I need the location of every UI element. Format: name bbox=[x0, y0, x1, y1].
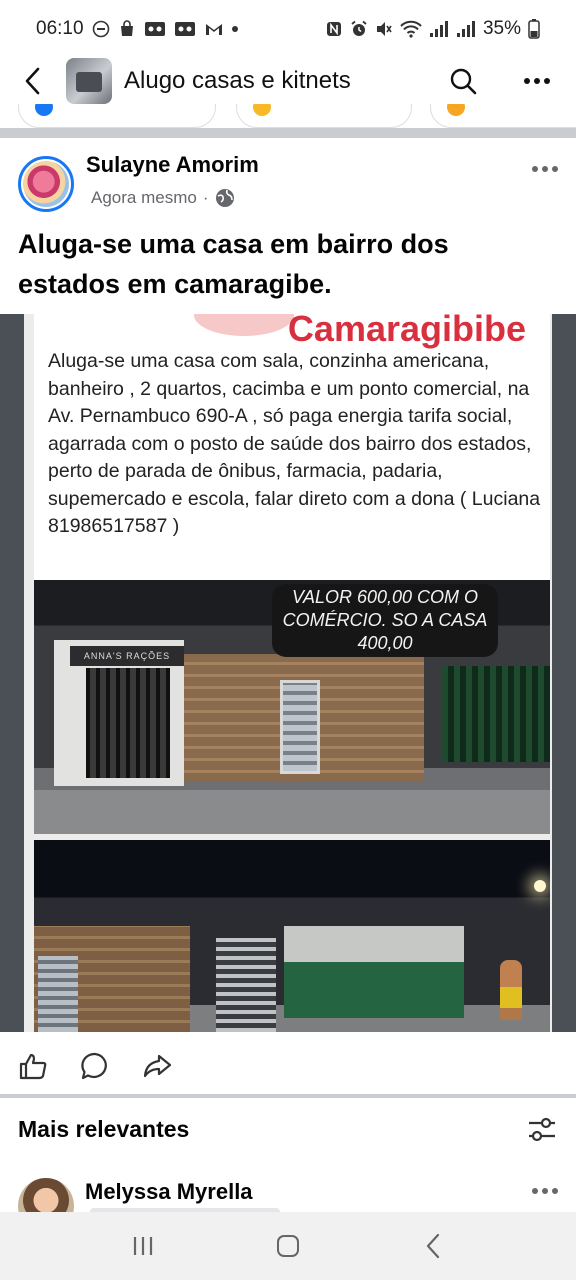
filter-icon bbox=[529, 1117, 555, 1142]
feeling-icon bbox=[253, 104, 271, 116]
section-separator bbox=[0, 128, 576, 138]
comment-item: Melyssa Myrella bbox=[0, 1170, 576, 1212]
recent-apps-button[interactable] bbox=[121, 1224, 165, 1268]
more-options-button[interactable] bbox=[520, 64, 554, 98]
post-text: Aluga-se uma casa em bairro dos estados … bbox=[18, 229, 449, 299]
post-header: Sulayne Amorim Agora mesmo · bbox=[0, 138, 576, 220]
post-more-button[interactable] bbox=[528, 152, 562, 186]
comment-more-button[interactable] bbox=[528, 1174, 562, 1208]
home-button[interactable] bbox=[266, 1224, 310, 1268]
more-icon bbox=[532, 1188, 558, 1194]
group-title[interactable]: Alugo casas e kitnets bbox=[124, 67, 351, 95]
home-icon bbox=[276, 1235, 299, 1257]
battery-percentage: 35% bbox=[482, 18, 521, 39]
house-photo-front: ANNA'S RAÇÕES VALOR 600,00 COM O COMÉRCI… bbox=[34, 580, 550, 834]
system-back-button[interactable] bbox=[411, 1224, 455, 1268]
search-icon bbox=[450, 68, 477, 95]
composer-chips-row bbox=[0, 104, 576, 128]
group-thumbnail[interactable] bbox=[66, 58, 112, 104]
comment-icon bbox=[81, 1052, 107, 1080]
post-actions bbox=[0, 1040, 576, 1092]
post-image[interactable]: Camaragibibe Aluga-se uma casa com sala,… bbox=[0, 314, 576, 1032]
status-bar: 06:10 35% bbox=[0, 0, 576, 58]
share-icon bbox=[143, 1054, 172, 1078]
flyer-text: Aluga-se uma casa com sala, conzinha ame… bbox=[48, 350, 541, 537]
meta-separator: · bbox=[202, 188, 209, 207]
signal-icon bbox=[456, 20, 476, 38]
flyer-decoration bbox=[194, 314, 294, 336]
filter-button[interactable] bbox=[526, 1114, 558, 1146]
nfc-icon bbox=[325, 20, 343, 38]
battery-icon bbox=[528, 19, 540, 39]
app-header: Alugo casas e kitnets bbox=[0, 58, 576, 104]
system-nav-bar bbox=[0, 1212, 576, 1280]
comment-button[interactable] bbox=[78, 1049, 112, 1083]
dot-icon bbox=[231, 26, 238, 32]
post-meta: Agora mesmo · bbox=[91, 188, 235, 208]
recent-apps-icon bbox=[133, 1237, 152, 1255]
back-button[interactable] bbox=[8, 58, 58, 104]
post-time[interactable]: Agora mesmo bbox=[91, 188, 197, 208]
flyer-title: Camaragibibe bbox=[287, 314, 526, 349]
author-avatar[interactable] bbox=[18, 156, 74, 212]
comments-sort-label[interactable]: Mais relevantes bbox=[18, 1116, 189, 1143]
commenter-avatar[interactable] bbox=[18, 1178, 74, 1212]
poll-icon bbox=[447, 104, 465, 116]
status-time: 06:10 bbox=[36, 18, 84, 39]
voicemail-icon bbox=[144, 21, 166, 37]
more-icon bbox=[532, 166, 558, 172]
price-tag: VALOR 600,00 COM O COMÉRCIO. SO A CASA 4… bbox=[272, 584, 498, 657]
search-button[interactable] bbox=[446, 64, 480, 98]
signal-icon bbox=[429, 20, 449, 38]
anonymous-post-chip[interactable] bbox=[18, 104, 216, 128]
house-photo-street bbox=[34, 840, 550, 1032]
actions-divider bbox=[0, 1094, 576, 1098]
like-icon bbox=[19, 1053, 47, 1080]
anonymous-icon bbox=[35, 104, 53, 116]
more-icon bbox=[524, 78, 550, 84]
comments-header: Mais relevantes bbox=[0, 1108, 576, 1154]
mute-icon bbox=[375, 20, 393, 38]
image-collage: Camaragibibe Aluga-se uma casa com sala,… bbox=[24, 314, 552, 1032]
back-arrow-icon bbox=[25, 67, 40, 95]
voicemail-icon bbox=[174, 21, 196, 37]
gmail-icon bbox=[204, 21, 224, 37]
globe-icon bbox=[215, 189, 234, 207]
feeling-chip[interactable] bbox=[236, 104, 412, 128]
store-sign: ANNA'S RAÇÕES bbox=[70, 646, 184, 666]
share-button[interactable] bbox=[140, 1049, 174, 1083]
poll-chip[interactable] bbox=[430, 104, 576, 128]
chevron-left-icon bbox=[427, 1233, 440, 1259]
wifi-icon bbox=[400, 20, 422, 38]
do-not-disturb-icon bbox=[92, 20, 110, 38]
rental-flyer: Camaragibibe Aluga-se uma casa com sala,… bbox=[34, 314, 550, 580]
author-name[interactable]: Sulayne Amorim bbox=[86, 152, 259, 178]
alarm-icon bbox=[350, 20, 368, 38]
bag-icon bbox=[118, 20, 136, 38]
like-button[interactable] bbox=[16, 1049, 50, 1083]
commenter-name[interactable]: Melyssa Myrella bbox=[85, 1179, 253, 1205]
